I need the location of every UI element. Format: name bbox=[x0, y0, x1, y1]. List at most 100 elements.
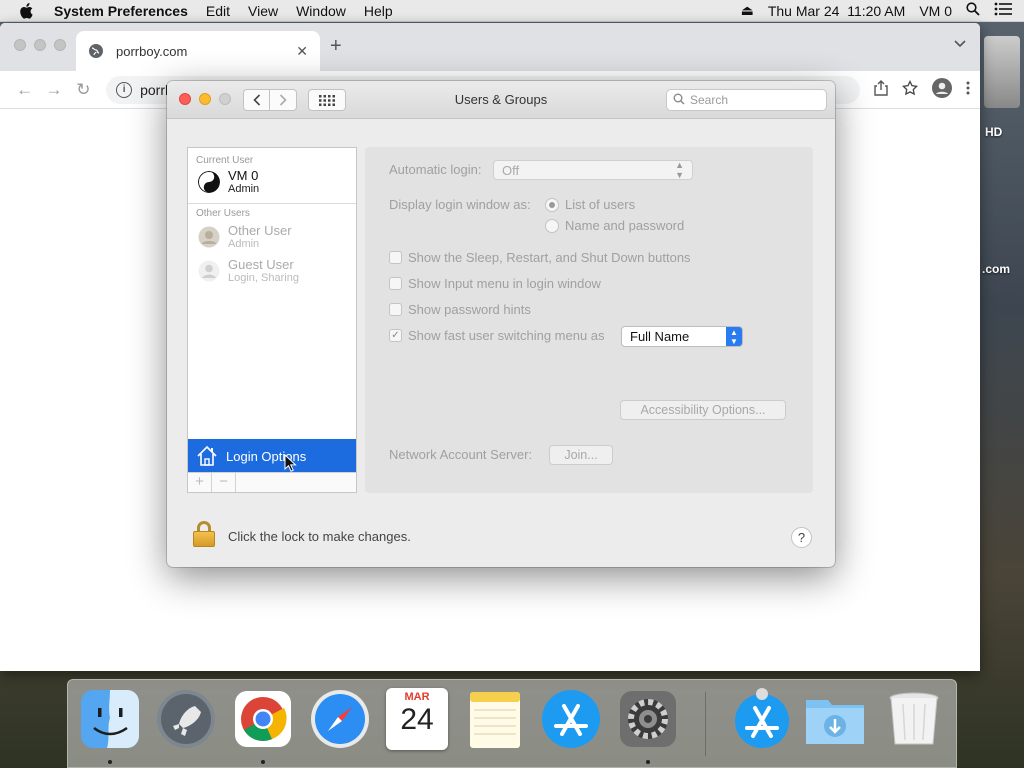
checkbox-unchecked bbox=[389, 251, 402, 264]
house-icon bbox=[197, 445, 217, 466]
menubar-user[interactable]: VM 0 bbox=[919, 3, 952, 19]
tab-strip: porrboy.com ✕ + bbox=[0, 23, 980, 71]
radio-selected-icon bbox=[545, 197, 559, 212]
finder-icon[interactable] bbox=[79, 688, 141, 750]
checkbox-hints-label: Show password hints bbox=[408, 302, 531, 317]
lock-message: Click the lock to make changes. bbox=[228, 529, 411, 544]
downloads-folder-icon[interactable] bbox=[804, 688, 866, 750]
menu-edit[interactable]: Edit bbox=[197, 3, 239, 19]
automatic-login-popup[interactable]: Off ▲ ▼ bbox=[493, 160, 693, 180]
globe-icon bbox=[89, 44, 103, 58]
desktop-label-hd[interactable]: HD bbox=[985, 125, 1002, 139]
calendar-day: 24 bbox=[400, 703, 434, 736]
radio-list-of-users[interactable]: List of users bbox=[545, 197, 635, 212]
user-photo-avatar bbox=[198, 226, 220, 248]
checkbox-unchecked bbox=[389, 277, 402, 290]
apple-menu-icon[interactable] bbox=[0, 2, 52, 19]
current-user-name: VM 0 bbox=[228, 168, 259, 183]
radio-unselected-icon bbox=[545, 218, 559, 233]
fast-user-switching-value: Full Name bbox=[630, 329, 690, 344]
menu-window[interactable]: Window bbox=[287, 3, 355, 19]
list-footer: + − bbox=[188, 472, 356, 492]
checkbox-password-hints[interactable]: Show password hints bbox=[389, 302, 531, 317]
notification-center-icon[interactable] bbox=[994, 2, 1012, 19]
tab-title: porrboy.com bbox=[116, 43, 188, 59]
forward-arrow-icon[interactable]: → bbox=[39, 80, 68, 100]
profile-avatar-icon[interactable] bbox=[932, 78, 952, 101]
eject-icon[interactable]: ⏏ bbox=[741, 2, 754, 19]
help-button[interactable]: ? bbox=[791, 527, 812, 548]
updown-arrows-icon: ▲ ▼ bbox=[675, 160, 684, 180]
accessibility-options-button[interactable]: Accessibility Options... bbox=[620, 400, 786, 420]
running-indicator bbox=[108, 760, 112, 764]
new-tab-button[interactable]: + bbox=[330, 35, 342, 58]
user-list: Current User VM 0 Admin Other Users Othe… bbox=[187, 147, 357, 493]
tab-close-icon[interactable]: ✕ bbox=[296, 43, 308, 60]
user-name: Other User bbox=[228, 223, 292, 238]
search-placeholder: Search bbox=[690, 93, 729, 107]
back-arrow-icon[interactable]: ← bbox=[10, 80, 39, 100]
dock-separator bbox=[705, 692, 706, 756]
browser-tab[interactable]: porrboy.com ✕ bbox=[76, 31, 320, 71]
radio-name-and-password[interactable]: Name and password bbox=[545, 218, 684, 233]
app-store-icon[interactable] bbox=[540, 688, 602, 750]
calendar-month: MAR bbox=[404, 691, 430, 703]
checkbox-sleep-label: Show the Sleep, Restart, and Shut Down b… bbox=[408, 250, 691, 265]
reload-icon[interactable]: ↻ bbox=[69, 80, 98, 100]
menubar-clock[interactable]: Thu Mar 24 11:20 AM bbox=[768, 3, 905, 19]
guest-user-role: Login, Sharing bbox=[228, 272, 299, 284]
browser-window-controls[interactable] bbox=[14, 39, 74, 51]
checkbox-fast-user-switching[interactable]: ✓ Show fast user switching menu as bbox=[389, 328, 605, 343]
menu-app-name[interactable]: System Preferences bbox=[52, 3, 197, 19]
lock-icon[interactable] bbox=[193, 521, 215, 547]
fast-user-switching-popup[interactable]: Full Name ▲ ▼ bbox=[621, 326, 743, 347]
app-store-download-icon[interactable] bbox=[731, 688, 793, 750]
mouse-pointer-icon bbox=[284, 454, 297, 472]
users-groups-window: Users & Groups Search Current User VM 0 … bbox=[167, 81, 835, 567]
updown-arrows-icon: ▲ ▼ bbox=[726, 327, 742, 346]
checkbox-sleep-buttons[interactable]: Show the Sleep, Restart, and Shut Down b… bbox=[389, 250, 691, 265]
user-row-guest[interactable]: Guest User Login, Sharing bbox=[188, 254, 356, 288]
running-indicator bbox=[261, 760, 265, 764]
system-preferences-icon[interactable] bbox=[617, 688, 679, 750]
checkmark-icon: ✓ bbox=[389, 329, 402, 342]
remove-user-button[interactable]: − bbox=[212, 473, 236, 492]
safari-icon[interactable] bbox=[309, 688, 371, 750]
user-row-other[interactable]: Other User Admin bbox=[188, 220, 356, 254]
menu-view[interactable]: View bbox=[239, 3, 287, 19]
chrome-icon[interactable] bbox=[232, 688, 294, 750]
search-input[interactable]: Search bbox=[666, 89, 827, 111]
checkbox-input-menu[interactable]: Show Input menu in login window bbox=[389, 276, 601, 291]
site-info-icon[interactable]: i bbox=[116, 81, 133, 98]
hard-disk-icon[interactable] bbox=[984, 36, 1020, 108]
calendar-icon[interactable]: MAR 24 bbox=[386, 688, 448, 750]
radio-name-label: Name and password bbox=[565, 218, 685, 233]
chevron-down-icon[interactable] bbox=[954, 37, 966, 51]
running-indicator bbox=[646, 760, 650, 764]
checkbox-input-label: Show Input menu in login window bbox=[408, 276, 601, 291]
trash-icon[interactable] bbox=[883, 688, 945, 750]
add-user-button[interactable]: + bbox=[188, 473, 212, 492]
menu-bar: System Preferences Edit View Window Help… bbox=[0, 0, 1024, 22]
radio-list-label: List of users bbox=[565, 197, 636, 212]
checkbox-unchecked bbox=[389, 303, 402, 316]
window-titlebar: Users & Groups Search bbox=[167, 81, 835, 119]
join-button[interactable]: Join... bbox=[549, 445, 613, 465]
automatic-login-label: Automatic login: bbox=[389, 162, 482, 177]
menu-help[interactable]: Help bbox=[355, 3, 402, 19]
spotlight-icon[interactable] bbox=[966, 2, 980, 19]
user-row-current[interactable]: VM 0 Admin bbox=[188, 165, 356, 199]
share-icon[interactable] bbox=[874, 80, 888, 99]
login-options-item[interactable]: Login Options bbox=[188, 439, 356, 473]
login-options-panel: Automatic login: Off ▲ ▼ Display login wi… bbox=[365, 147, 813, 493]
dock: MAR 24 bbox=[67, 679, 957, 768]
automatic-login-value: Off bbox=[502, 162, 520, 178]
guest-user-name: Guest User bbox=[228, 257, 294, 272]
desktop-label-com[interactable]: .com bbox=[982, 262, 1010, 276]
bookmark-star-icon[interactable] bbox=[901, 79, 919, 99]
search-icon bbox=[673, 93, 685, 108]
notes-icon[interactable] bbox=[464, 688, 526, 750]
launchpad-icon[interactable] bbox=[155, 688, 217, 750]
browser-menu-icon[interactable] bbox=[966, 81, 970, 98]
checkbox-fast-label: Show fast user switching menu as bbox=[408, 328, 605, 343]
